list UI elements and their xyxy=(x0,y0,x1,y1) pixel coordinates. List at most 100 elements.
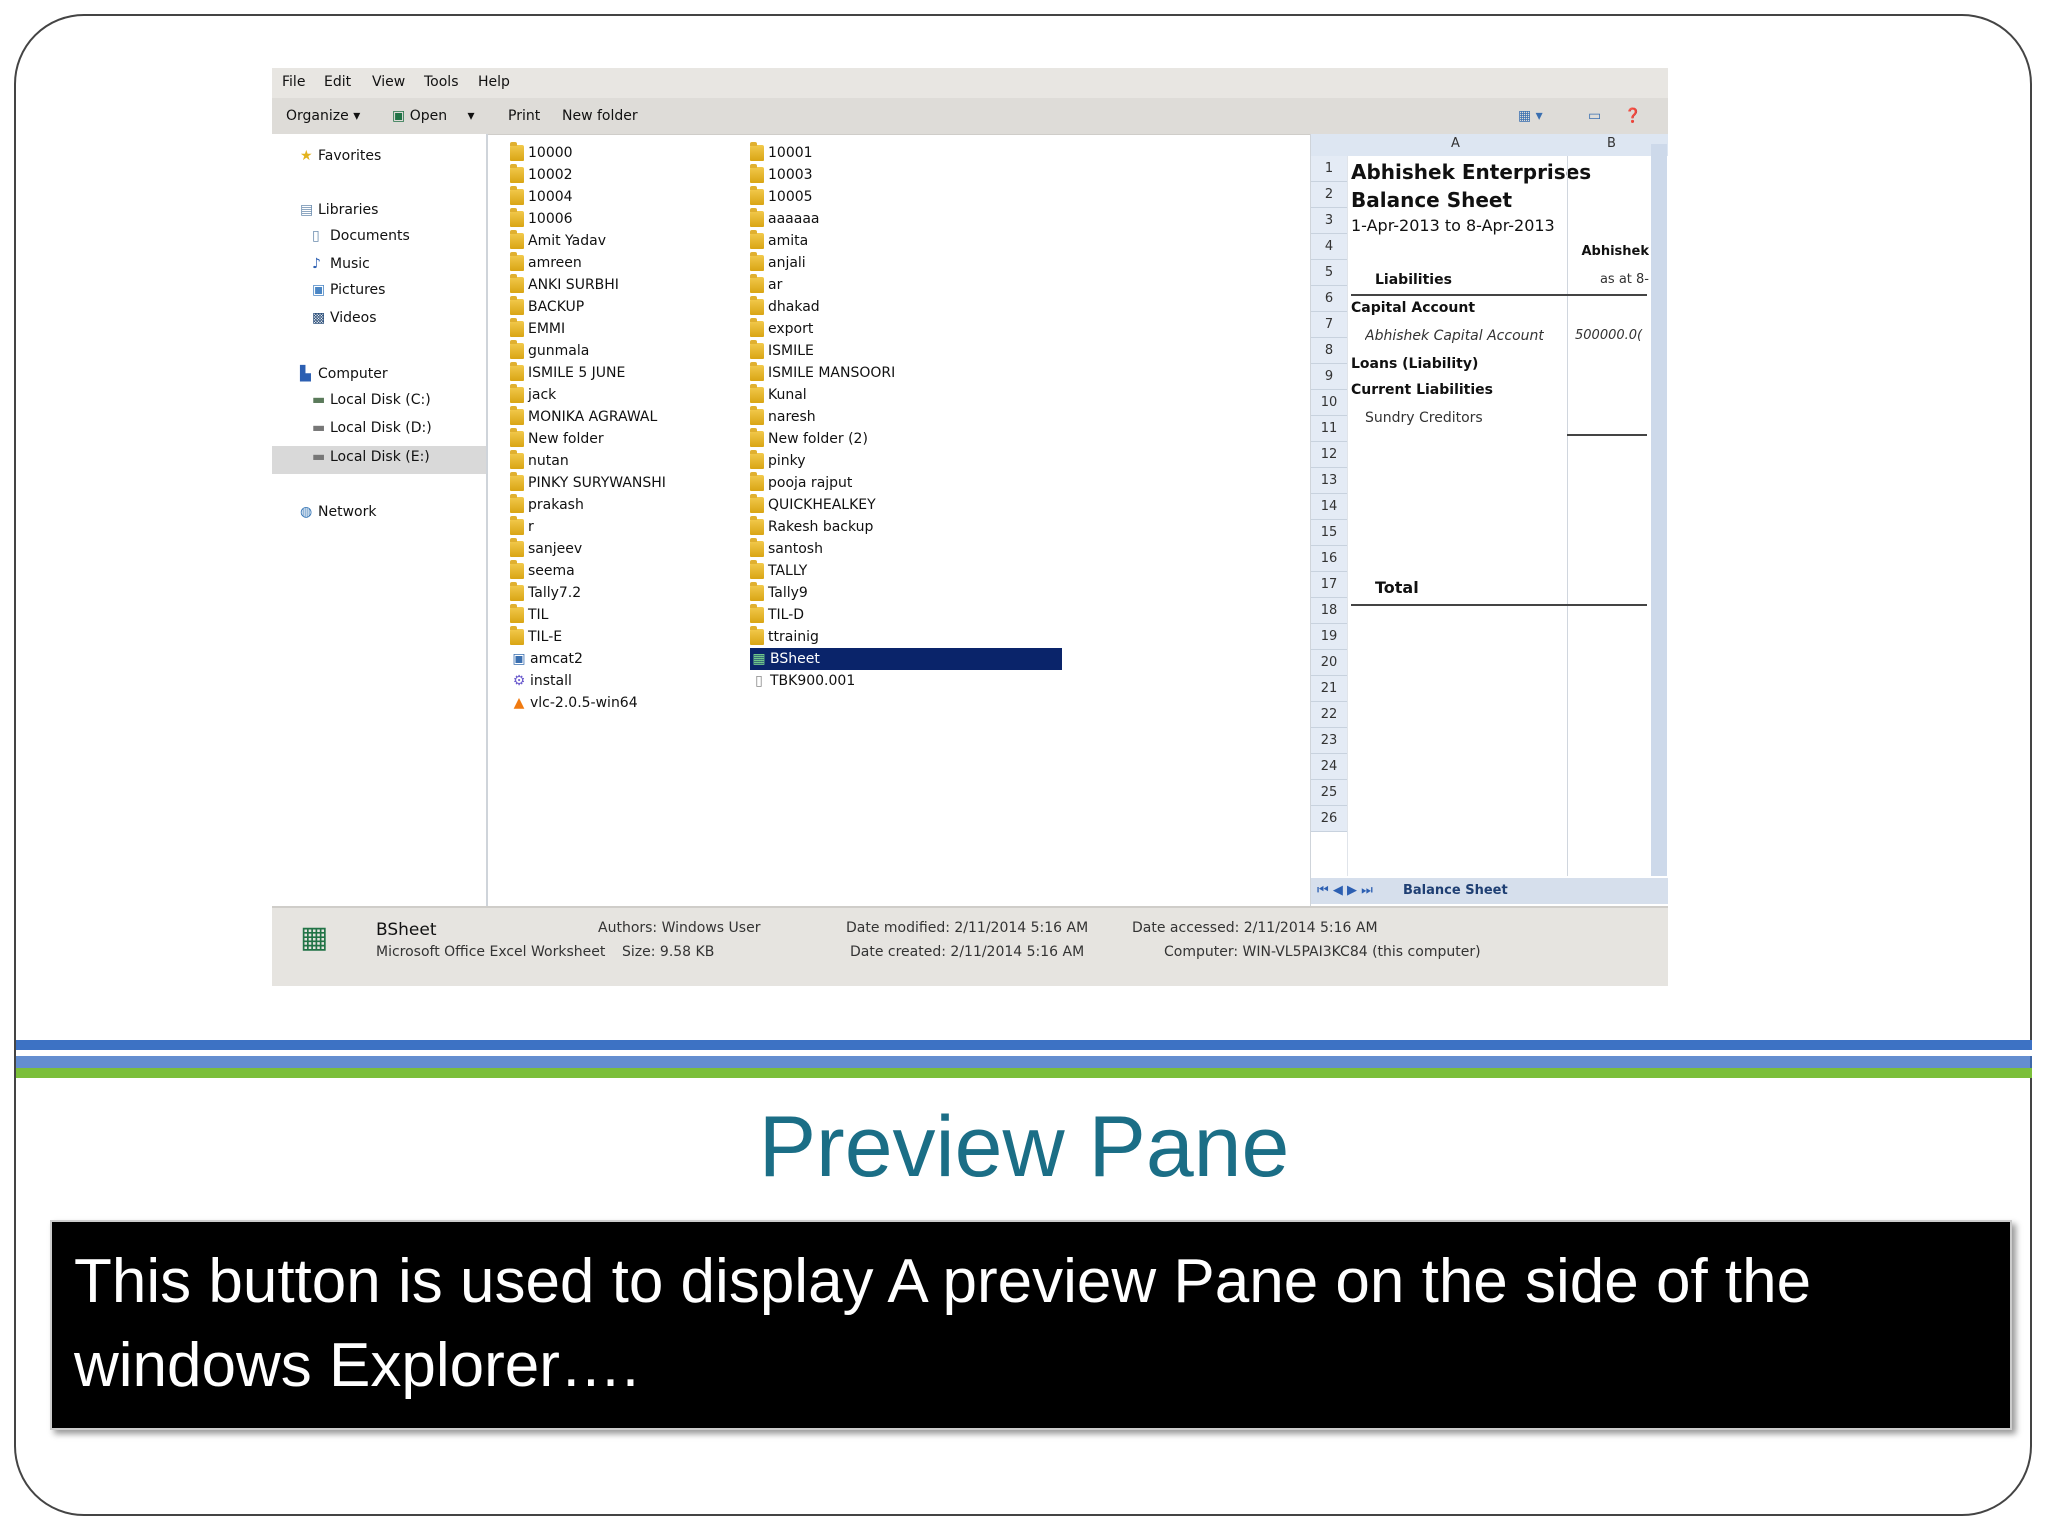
folder-icon xyxy=(750,230,764,249)
file-name: ISMILE MANSOORI xyxy=(768,365,896,381)
file-item[interactable]: ISMILE MANSOORI xyxy=(750,362,895,384)
print-button[interactable]: Print xyxy=(508,108,540,124)
nav-disk-e[interactable]: ▬ Local Disk (E:) xyxy=(272,446,486,474)
file-item[interactable]: export xyxy=(750,318,813,340)
file-item[interactable]: Tally9 xyxy=(750,582,808,604)
help-icon[interactable]: ❓ xyxy=(1624,108,1641,124)
file-item[interactable]: r xyxy=(510,516,534,538)
file-item[interactable]: 10003 xyxy=(750,164,813,186)
nav-disk-d[interactable]: ▬ Local Disk (D:) xyxy=(312,420,432,442)
file-name: amcat2 xyxy=(530,651,583,667)
folder-icon xyxy=(750,560,764,579)
folder-icon xyxy=(510,142,524,161)
nav-videos[interactable]: ▩ Videos xyxy=(312,310,377,332)
file-item[interactable]: ar xyxy=(750,274,782,296)
file-item[interactable]: pinky xyxy=(750,450,806,472)
row-number: 15 xyxy=(1311,520,1347,546)
menu-view[interactable]: View xyxy=(372,74,405,90)
file-item[interactable]: Rakesh backup xyxy=(750,516,873,538)
detail-accessed: Date accessed: 2/11/2014 5:16 AM xyxy=(1132,920,1378,936)
folder-icon xyxy=(750,494,764,513)
file-item[interactable]: 10006 xyxy=(510,208,573,230)
file-item[interactable]: TALLY xyxy=(750,560,807,582)
nav-pictures[interactable]: ▣ Pictures xyxy=(312,282,385,304)
menu-tools[interactable]: Tools xyxy=(424,74,459,90)
chevron-down-icon: ▾ xyxy=(353,108,361,124)
file-item[interactable]: ISMILE 5 JUNE xyxy=(510,362,625,384)
file-item[interactable]: pooja rajput xyxy=(750,472,852,494)
slide-caption: This button is used to display A preview… xyxy=(50,1220,2012,1430)
disk-icon: ▬ xyxy=(312,449,326,465)
detail-name: BSheet xyxy=(376,920,437,940)
sheet-tab[interactable]: Balance Sheet xyxy=(1403,883,1508,898)
vertical-scrollbar[interactable] xyxy=(1651,144,1667,876)
file-item[interactable]: TIL xyxy=(510,604,548,626)
file-item[interactable]: QUICKHEALKEY xyxy=(750,494,876,516)
file-item[interactable]: gunmala xyxy=(510,340,589,362)
file-item[interactable]: TIL-D xyxy=(750,604,804,626)
file-item[interactable]: jack xyxy=(510,384,556,406)
organize-button[interactable]: Organize ▾ xyxy=(286,108,360,124)
file-item[interactable]: Amit Yadav xyxy=(510,230,606,252)
file-item[interactable]: BACKUP xyxy=(510,296,584,318)
row-number: 10 xyxy=(1311,390,1347,416)
file-item[interactable]: amreen xyxy=(510,252,582,274)
file-item[interactable]: 10000 xyxy=(510,142,573,164)
views-icon[interactable]: ▦ ▾ xyxy=(1518,108,1543,124)
file-item[interactable]: seema xyxy=(510,560,575,582)
file-item[interactable]: ISMILE xyxy=(750,340,814,362)
menu-help[interactable]: Help xyxy=(478,74,510,90)
file-item[interactable]: Kunal xyxy=(750,384,807,406)
file-item[interactable]: ▦ BSheet xyxy=(750,648,1062,670)
file-item[interactable]: dhakad xyxy=(750,296,820,318)
file-item[interactable]: 10001 xyxy=(750,142,813,164)
file-item[interactable]: ttrainig xyxy=(750,626,819,648)
file-item[interactable]: ▣ amcat2 xyxy=(510,648,583,670)
file-item[interactable]: 10005 xyxy=(750,186,813,208)
file-item[interactable]: ▯ TBK900.001 xyxy=(750,670,855,692)
new-folder-button[interactable]: New folder xyxy=(562,108,638,124)
open-button[interactable]: ▣ Open ▾ xyxy=(392,108,475,124)
menu-file[interactable]: File xyxy=(282,74,305,90)
row-number: 13 xyxy=(1311,468,1347,494)
nav-libraries[interactable]: ▤ Libraries xyxy=(300,202,378,224)
folder-icon xyxy=(750,472,764,491)
nav-network[interactable]: ◍ Network xyxy=(300,504,376,526)
file-item[interactable]: naresh xyxy=(750,406,816,428)
nav-music[interactable]: ♪ Music xyxy=(312,256,370,278)
file-item[interactable]: MONIKA AGRAWAL xyxy=(510,406,657,428)
file-item[interactable]: ⚙ install xyxy=(510,670,572,692)
file-item[interactable]: EMMI xyxy=(510,318,565,340)
file-item[interactable]: ▲ vlc-2.0.5-win64 xyxy=(510,692,638,714)
column-b-header: B xyxy=(1607,136,1616,151)
file-name: jack xyxy=(528,387,557,403)
file-item[interactable]: 10004 xyxy=(510,186,573,208)
sheet-nav-arrows-icon[interactable]: ⏮ ◀ ▶ ⏭ xyxy=(1317,883,1373,898)
nav-computer[interactable]: ▙ Computer xyxy=(300,366,388,388)
file-item[interactable]: New folder xyxy=(510,428,604,450)
file-item[interactable]: sanjeev xyxy=(510,538,582,560)
file-item[interactable]: amita xyxy=(750,230,808,252)
row-number: 3 xyxy=(1311,208,1347,234)
file-item[interactable]: prakash xyxy=(510,494,584,516)
file-item[interactable]: santosh xyxy=(750,538,823,560)
nav-documents[interactable]: ▯ Documents xyxy=(312,228,410,250)
file-item[interactable]: anjali xyxy=(750,252,806,274)
file-item[interactable]: TIL-E xyxy=(510,626,562,648)
file-item[interactable]: 10002 xyxy=(510,164,573,186)
file-item[interactable]: Tally7.2 xyxy=(510,582,581,604)
capital-account-cell: Capital Account xyxy=(1351,300,1476,316)
company-name-cell: Abhishek Enterprises xyxy=(1351,160,1592,184)
file-item[interactable]: ANKI SURBHI xyxy=(510,274,619,296)
preview-pane-icon[interactable]: ▭ xyxy=(1588,108,1601,124)
nav-disk-c[interactable]: ▬ Local Disk (C:) xyxy=(312,392,431,414)
file-item[interactable]: aaaaaa xyxy=(750,208,819,230)
menu-edit[interactable]: Edit xyxy=(324,74,351,90)
file-item[interactable]: nutan xyxy=(510,450,569,472)
file-item[interactable]: New folder (2) xyxy=(750,428,868,450)
row-number: 1 xyxy=(1311,156,1347,182)
nav-favorites[interactable]: ★ Favorites xyxy=(300,148,381,170)
folder-icon xyxy=(750,252,764,271)
file-item[interactable]: PINKY SURYWANSHI xyxy=(510,472,666,494)
folder-icon xyxy=(750,384,764,403)
